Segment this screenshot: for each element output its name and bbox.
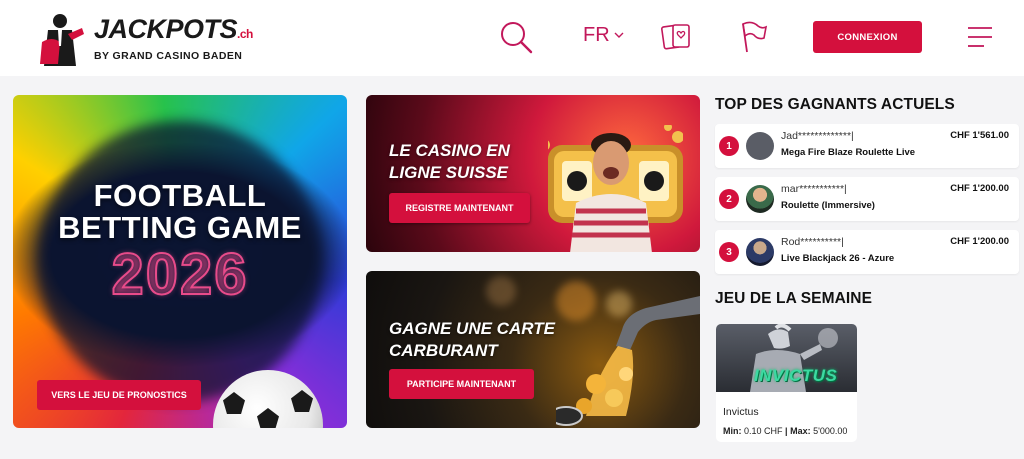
football-title-line2: BETTING GAME: [58, 210, 302, 245]
rank-badge: 1: [719, 136, 739, 156]
game-name: Invictus: [723, 406, 759, 418]
game-limits: Min: 0.10 CHF | Max: 5'000.00: [723, 426, 847, 436]
fuel-nozzle-image: [556, 296, 700, 426]
language-selector[interactable]: FR: [583, 24, 624, 47]
site-logo[interactable]: JACKPOTS.ch BY GRAND CASINO BADEN: [38, 10, 258, 68]
football-year: 2026: [110, 241, 249, 308]
min-value: 0.10 CHF: [744, 426, 783, 436]
rank-badge: 2: [719, 189, 739, 209]
logo-subtitle: BY GRAND CASINO BADEN: [94, 50, 243, 62]
cards-icon[interactable]: [661, 20, 693, 57]
chevron-down-icon: [614, 32, 624, 38]
winner-amount: CHF 1'561.00: [950, 130, 1009, 141]
login-button[interactable]: CONNEXION: [813, 21, 922, 53]
winners-title: TOP DES GAGNANTS ACTUELS: [715, 96, 955, 113]
winner-row[interactable]: 2 mar***********| Roulette (Immersive) C…: [715, 177, 1019, 221]
winner-game: Roulette (Immersive): [781, 200, 875, 211]
winner-row[interactable]: 1 Jad*************| Mega Fire Blaze Roul…: [715, 124, 1019, 168]
casino-banner-title: LE CASINO EN LIGNE SUISSE: [389, 140, 510, 184]
participate-button[interactable]: PARTICIPE MAINTENANT: [389, 369, 534, 399]
football-banner[interactable]: FOOTBALL BETTING GAME 2026 VERS LE JEU D…: [13, 95, 347, 428]
fuel-title-line2: CARBURANT: [389, 341, 498, 360]
winner-row[interactable]: 3 Rod**********| Live Blackjack 26 - Azu…: [715, 230, 1019, 274]
game-thumbnail: [746, 238, 774, 266]
register-button[interactable]: REGISTRE MAINTENANT: [389, 193, 530, 223]
winner-name: Jad*************|: [781, 130, 854, 142]
max-value: 5'000.00: [813, 426, 848, 436]
max-label: Max:: [790, 426, 811, 436]
casino-title-line2: LIGNE SUISSE: [389, 163, 509, 182]
casino-banner[interactable]: LE CASINO EN LIGNE SUISSE REGISTRE MAINT…: [366, 95, 700, 252]
winner-game: Mega Fire Blaze Roulette Live: [781, 147, 916, 158]
logo-main-text: JACKPOTS: [94, 14, 238, 44]
start-flag-icon[interactable]: [738, 20, 768, 59]
invictus-logo-text: INVICTUS: [754, 366, 838, 385]
min-label: Min:: [723, 426, 742, 436]
game-of-week-card[interactable]: INVICTUS Invictus Min: 0.10 CHF | Max: 5…: [716, 324, 857, 442]
logo-tld: .ch: [237, 27, 253, 41]
fuel-title-line1: GAGNE UNE CARTE: [389, 319, 555, 338]
language-label: FR: [583, 24, 610, 46]
search-icon[interactable]: [499, 20, 533, 59]
game-of-week-title: JEU DE LA SEMAINE: [715, 290, 873, 307]
football-title-line1: FOOTBALL: [93, 178, 267, 213]
site-header: JACKPOTS.ch BY GRAND CASINO BADEN FR CON…: [0, 0, 1024, 76]
logo-figure-icon: [38, 12, 88, 66]
game-thumbnail: [746, 185, 774, 213]
fuel-banner-title: GAGNE UNE CARTE CARBURANT: [389, 318, 555, 362]
winner-name: Rod**********|: [781, 236, 844, 248]
limits-separator: |: [785, 426, 788, 436]
pronostics-button[interactable]: VERS LE JEU DE PRONOSTICS: [37, 380, 201, 410]
menu-icon[interactable]: [967, 26, 993, 53]
football-banner-title: FOOTBALL BETTING GAME: [13, 180, 347, 244]
winner-amount: CHF 1'200.00: [950, 236, 1009, 247]
rank-badge: 3: [719, 242, 739, 262]
winner-name: mar***********|: [781, 183, 847, 195]
fuel-card-banner[interactable]: GAGNE UNE CARTE CARBURANT PARTICIPE MAIN…: [366, 271, 700, 428]
winner-amount: CHF 1'200.00: [950, 183, 1009, 194]
game-thumbnail: [746, 132, 774, 160]
invictus-thumbnail: INVICTUS: [716, 324, 857, 392]
person-image: [570, 133, 652, 252]
winner-game: Live Blackjack 26 - Azure: [781, 253, 895, 264]
casino-title-line1: LE CASINO EN: [389, 141, 510, 160]
